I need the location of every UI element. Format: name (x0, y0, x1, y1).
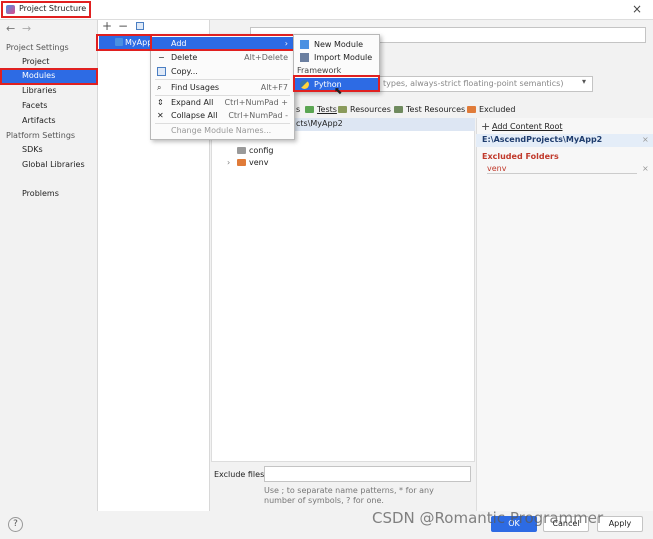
menu-collapse-all-label: Collapse All (171, 111, 218, 120)
watermark: CSDN @Romantic Programmer (372, 509, 604, 527)
tree-folder-config[interactable]: config (237, 146, 273, 155)
help-icon[interactable]: ? (8, 517, 23, 532)
copy-icon (157, 67, 166, 76)
framework-header: Framework (297, 66, 342, 75)
close-icon[interactable]: × (632, 2, 642, 16)
menu-delete-shortcut: Alt+Delete (244, 53, 288, 62)
menu-expand-all-label: Expand All (171, 98, 214, 107)
back-icon[interactable]: ← (6, 22, 15, 35)
menu-find-usages-shortcut: Alt+F7 (260, 83, 288, 92)
excluded-item: venv (487, 164, 637, 174)
folder-config-label: config (249, 146, 274, 155)
add-icon[interactable]: + (481, 120, 490, 133)
import-module-label: Import Module (314, 53, 373, 62)
modules-highlight (0, 68, 98, 85)
delete-icon: − (158, 53, 165, 62)
chevron-down-icon: ▾ (582, 77, 587, 86)
add-module-icon[interactable]: + (102, 19, 112, 33)
menu-item-change-module-names[interactable]: Change Module Names... (151, 124, 294, 137)
menu-find-usages-label: Find Usages (171, 83, 220, 92)
resources-folder-icon (338, 106, 347, 113)
project-settings-header: Project Settings (6, 43, 69, 52)
folder-venv-label: venv (249, 158, 269, 167)
test-folder-icon (305, 106, 314, 113)
sidebar-item-artifacts[interactable]: Artifacts (22, 114, 56, 128)
exclude-hint: Use ; to separate name patterns, * for a… (264, 486, 434, 505)
apply-button[interactable]: Apply (597, 516, 643, 532)
tree-folder-venv[interactable]: venv (237, 158, 268, 167)
mouse-cursor-icon: ⬉ (334, 86, 343, 97)
menu-collapse-all-shortcut: Ctrl+NumPad - (228, 111, 288, 120)
menu-change-names-label: Change Module Names... (171, 126, 272, 135)
mark-sources-label[interactable]: s (296, 105, 300, 114)
new-module-icon (300, 40, 309, 49)
add-highlight (150, 34, 296, 51)
language-level-value: types, always-strict floating-point sema… (383, 79, 564, 88)
excluded-folders-header: Excluded Folders (482, 152, 559, 161)
new-module-label: New Module (314, 40, 364, 49)
excluded-folder-icon (467, 106, 476, 113)
sidebar-item-libraries[interactable]: Libraries (22, 84, 57, 98)
sidebar-item-sdks[interactable]: SDKs (22, 143, 43, 157)
content-root-path: cts\MyApp2 (296, 119, 343, 128)
import-module-icon (300, 53, 309, 62)
mark-tests-label: Tests (317, 105, 337, 114)
sidebar-item-facets[interactable]: Facets (22, 99, 47, 113)
module-icon (115, 38, 123, 46)
menu-separator (155, 79, 290, 80)
folder-icon (237, 147, 246, 154)
expand-chevron-icon[interactable]: › (227, 158, 230, 167)
remove-excluded-icon[interactable]: × (642, 164, 649, 173)
sidebar-item-global-libraries[interactable]: Global Libraries (22, 158, 85, 172)
mark-test-resources-button[interactable]: Test Resources (394, 105, 465, 114)
sidebar-item-problems[interactable]: Problems (22, 187, 59, 201)
exclude-files-input[interactable] (264, 466, 471, 482)
mark-excluded-label: Excluded (479, 105, 516, 114)
menu-item-find-usages[interactable]: ⌕ Find Usages Alt+F7 (151, 81, 294, 94)
menu-item-delete[interactable]: − Delete Alt+Delete (151, 51, 294, 64)
menu-copy-label: Copy... (171, 67, 198, 76)
forward-icon[interactable]: → (22, 22, 31, 35)
submenu-item-import-module[interactable]: Import Module (294, 51, 379, 64)
menu-item-expand-all[interactable]: ⇕ Expand All Ctrl+NumPad + (151, 96, 294, 109)
mark-tests-button[interactable]: Tests (305, 105, 337, 114)
mark-excluded-button[interactable]: Excluded (467, 105, 515, 114)
menu-expand-all-shortcut: Ctrl+NumPad + (224, 98, 288, 107)
mark-test-resources-label: Test Resources (406, 105, 466, 114)
mark-resources-button[interactable]: Resources (338, 105, 391, 114)
app-icon (6, 5, 15, 14)
excluded-folder-icon (237, 159, 246, 166)
add-content-root-link[interactable]: Add Content Root (492, 122, 563, 131)
content-tree (211, 118, 475, 462)
title-bar (0, 0, 653, 20)
copy-module-icon[interactable] (136, 22, 144, 30)
collapse-all-icon: ✕ (157, 111, 164, 120)
remove-module-icon[interactable]: − (118, 19, 128, 33)
submenu-item-new-module[interactable]: New Module (294, 38, 379, 51)
expand-all-icon: ⇕ (157, 98, 164, 107)
remove-root-icon[interactable]: × (642, 135, 649, 144)
menu-item-copy[interactable]: Copy... (151, 65, 294, 78)
exclude-files-label: Exclude files: (214, 470, 267, 479)
platform-settings-header: Platform Settings (6, 131, 76, 140)
sidebar-item-project[interactable]: Project (22, 55, 49, 69)
search-icon: ⌕ (157, 83, 162, 92)
menu-delete-label: Delete (171, 53, 198, 62)
test-resources-folder-icon (394, 106, 403, 113)
window-title: Project Structure (19, 4, 87, 13)
mark-resources-label: Resources (350, 105, 391, 114)
menu-item-collapse-all[interactable]: ✕ Collapse All Ctrl+NumPad - (151, 109, 294, 122)
content-root-panel (476, 118, 653, 511)
root-path: E:\AscendProjects\MyApp2 (482, 135, 603, 144)
